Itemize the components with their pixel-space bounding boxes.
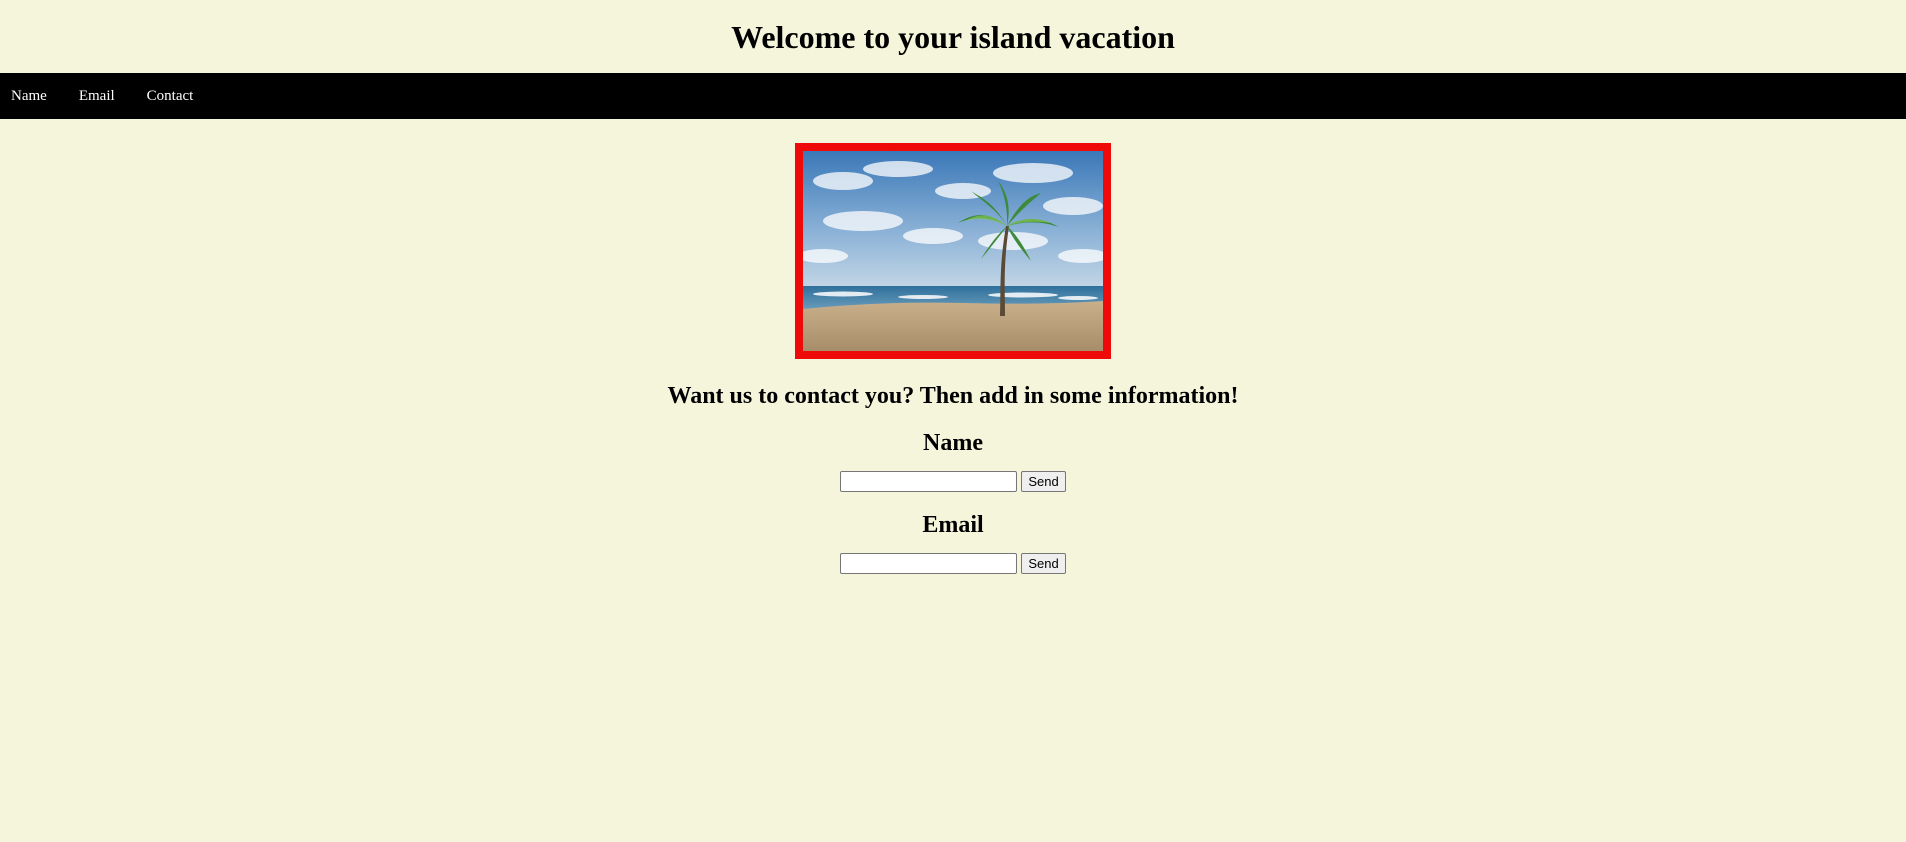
beach-photo — [795, 143, 1111, 359]
page-header: Welcome to your island vacation — [0, 0, 1906, 73]
email-section-title: Email — [922, 512, 984, 538]
email-input[interactable] — [840, 553, 1018, 574]
email-form-row: Send — [0, 553, 1906, 574]
nav-link-name[interactable]: Name — [11, 88, 47, 105]
name-form-row: Send — [0, 471, 1906, 492]
contact-heading: Want us to contact you? Then add in some… — [667, 383, 1239, 409]
name-input[interactable] — [840, 471, 1018, 492]
nav-link-contact[interactable]: Contact — [147, 88, 194, 105]
name-section-title: Name — [923, 430, 983, 456]
nav-link-email[interactable]: Email — [79, 88, 115, 105]
name-send-button[interactable]: Send — [1021, 471, 1066, 492]
beach-palm-tree-image — [803, 151, 1103, 351]
hero-section — [0, 143, 1906, 359]
page-title: Welcome to your island vacation — [731, 19, 1175, 55]
email-send-button[interactable]: Send — [1021, 553, 1066, 574]
top-navbar: Name Email Contact — [0, 73, 1906, 119]
